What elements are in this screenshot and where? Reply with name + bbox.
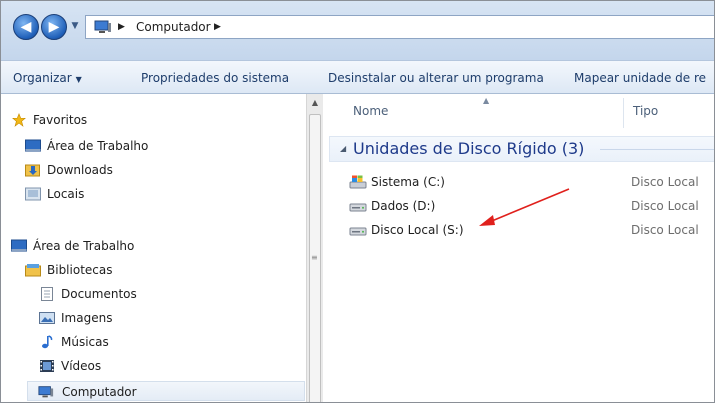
hard-drive-icon — [349, 203, 367, 212]
drive-type: Disco Local — [631, 223, 699, 237]
nav-music[interactable]: Músicas — [39, 332, 239, 352]
nav-images-label: Imagens — [61, 311, 113, 325]
drive-name: Sistema (C:) — [371, 175, 445, 189]
nav-computer[interactable]: Computador — [27, 381, 305, 401]
libraries-icon — [25, 264, 41, 277]
drive-type: Disco Local — [631, 175, 699, 189]
group-divider-line — [600, 149, 714, 150]
system-drive-icon — [349, 175, 367, 189]
column-divider[interactable] — [623, 98, 624, 128]
column-header-type[interactable]: Tipo — [633, 94, 658, 130]
nav-favorites-label: Favoritos — [33, 113, 88, 127]
recent-pages-dropdown[interactable]: ▼ — [69, 19, 81, 33]
group-header-hard-disks[interactable]: ◢ Unidades de Disco Rígido (3) — [329, 136, 714, 162]
scroll-up-arrow-icon[interactable]: ▲ — [309, 98, 321, 108]
videos-icon — [40, 360, 54, 372]
nav-places-label: Locais — [47, 187, 85, 201]
chevron-down-icon: ▼ — [75, 75, 82, 84]
desktop-icon — [11, 239, 27, 252]
breadcrumb-computer[interactable]: Computador — [136, 19, 211, 35]
nav-computer-label: Computador — [62, 385, 137, 399]
nav-images[interactable]: Imagens — [39, 308, 239, 328]
organize-button[interactable]: Organizar ▼ — [13, 70, 82, 88]
system-properties-button[interactable]: Propriedades do sistema — [141, 70, 289, 86]
nav-videos-label: Vídeos — [61, 359, 102, 373]
annotation-arrow — [479, 188, 570, 226]
nav-libraries[interactable]: Bibliotecas — [25, 260, 225, 280]
downloads-folder-icon — [25, 164, 40, 177]
documents-icon — [41, 287, 53, 301]
star-icon — [12, 113, 26, 127]
computer-icon — [94, 20, 111, 33]
computer-icon — [38, 386, 54, 398]
images-icon — [39, 312, 55, 324]
recent-places-icon — [25, 187, 41, 201]
nav-favorites[interactable]: Favoritos — [11, 110, 211, 130]
desktop-icon — [25, 139, 41, 152]
collapse-triangle-icon[interactable]: ◢ — [340, 143, 346, 155]
hard-drive-icon — [349, 227, 367, 236]
column-header-name[interactable]: Nome — [353, 94, 388, 130]
drive-name: Disco Local (S:) — [371, 223, 464, 237]
drive-type: Disco Local — [631, 199, 699, 213]
nav-desktop-favorite[interactable]: Área de Trabalho — [25, 136, 225, 156]
address-bar-row: ◀ ▶ ▼ ▶ Computador ▶ — [1, 1, 714, 60]
nav-libraries-label: Bibliotecas — [47, 263, 113, 277]
forward-button[interactable]: ▶ — [41, 14, 67, 40]
nav-documents-label: Documentos — [61, 287, 137, 301]
nav-music-label: Músicas — [61, 335, 109, 349]
group-title: Unidades de Disco Rígido (3) — [353, 139, 585, 158]
nav-videos[interactable]: Vídeos — [39, 356, 239, 376]
map-network-drive-button[interactable]: Mapear unidade de re — [574, 70, 706, 86]
sort-ascending-icon: ▲ — [483, 96, 490, 105]
command-bar: Organizar ▼ Propriedades do sistema Desin… — [1, 60, 714, 94]
navigation-pane: Favoritos Área de Trabalho Downloads Loc… — [1, 94, 306, 402]
nav-pane-scrollbar[interactable]: ▲ — [306, 94, 323, 402]
scrollbar-grip-icon: ≡ — [311, 253, 318, 262]
drive-name: Dados (D:) — [371, 199, 436, 213]
address-box[interactable]: ▶ Computador ▶ — [85, 15, 714, 39]
content-pane: Nome ▲ Tipo ◢ Unidades de Disco Rígido (… — [323, 94, 714, 402]
nav-desktop-favorite-label: Área de Trabalho — [47, 139, 149, 153]
nav-places[interactable]: Locais — [25, 184, 225, 204]
breadcrumb-separator-icon[interactable]: ▶ — [118, 19, 125, 35]
nav-desktop[interactable]: Área de Trabalho — [11, 236, 221, 256]
nav-documents[interactable]: Documentos — [39, 284, 239, 304]
back-button[interactable]: ◀ — [13, 14, 39, 40]
nav-desktop-label: Área de Trabalho — [33, 239, 135, 253]
explorer-window: ◀ ▶ ▼ ▶ Computador ▶ Organizar ▼ Propried… — [0, 0, 715, 403]
uninstall-program-button[interactable]: Desinstalar ou alterar um programa — [328, 70, 544, 86]
nav-downloads[interactable]: Downloads — [25, 160, 225, 180]
breadcrumb-chevron-icon[interactable]: ▶ — [214, 19, 221, 35]
music-icon — [42, 335, 53, 349]
nav-downloads-label: Downloads — [47, 163, 113, 177]
organize-label: Organizar — [13, 71, 72, 85]
